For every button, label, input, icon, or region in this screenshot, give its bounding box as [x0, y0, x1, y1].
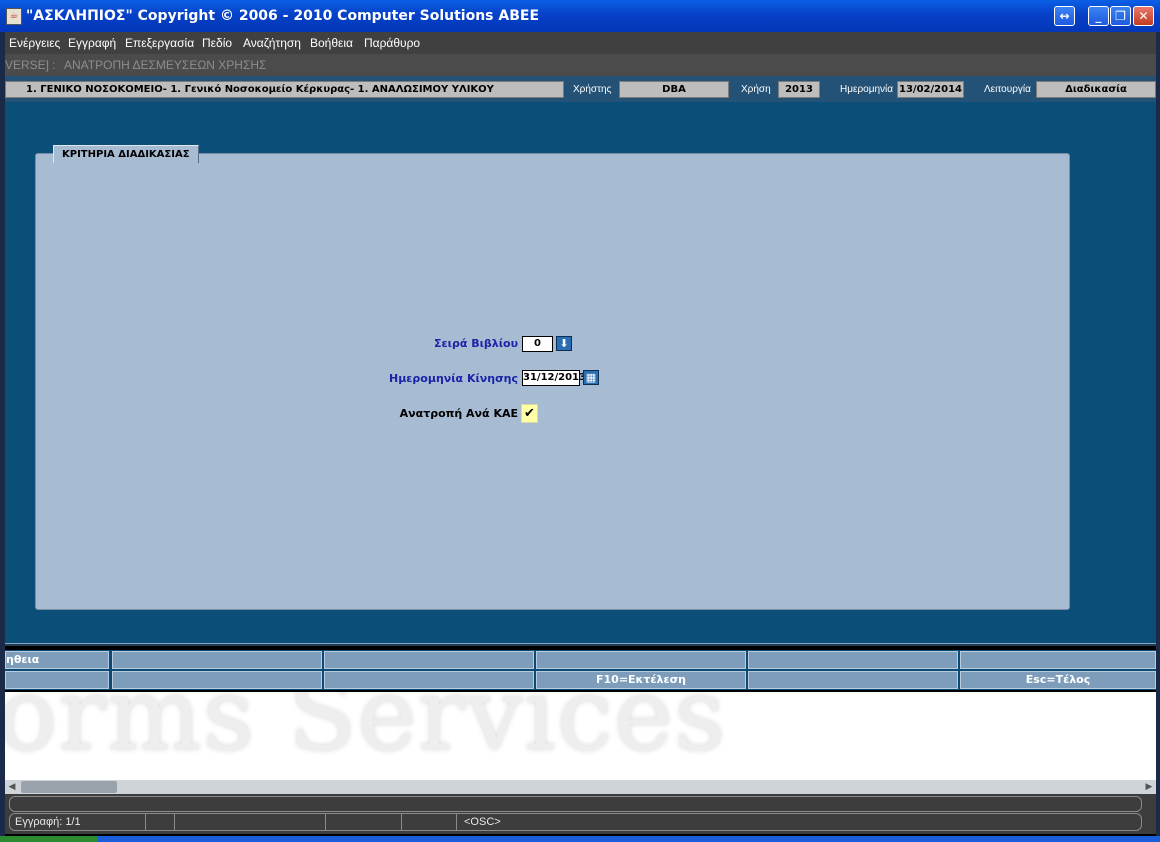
criteria-panel-title: ΚΡΙΤΗΡΙΑ ΔΙΑΔΙΚΑΣΙΑΣ [53, 145, 199, 163]
status-segment [146, 814, 175, 830]
calendar-icon: ▦ [585, 371, 597, 384]
status-segment [401, 814, 457, 830]
menu-search[interactable]: Αναζήτηση [243, 36, 301, 50]
download-arrow-icon: ⬇ [559, 337, 569, 350]
menu-edit[interactable]: Επεξεργασία [125, 36, 194, 50]
exit-button[interactable]: Esc=Τέλος [960, 671, 1156, 689]
message-line [9, 796, 1142, 812]
reverse-by-kae-checkbox[interactable]: ✔ [521, 404, 538, 423]
date-field: 13/02/2014 [897, 81, 964, 98]
date-label: Ημερομηνία [840, 84, 894, 95]
form-title-separator: : [52, 58, 56, 72]
fkey-slot[interactable] [324, 671, 534, 689]
form-canvas: ΚΡΙΤΗΡΙΑ ΔΙΑΔΙΚΑΣΙΑΣ Σειρά Βιβλίου 0 ⬇ Η… [5, 102, 1156, 643]
background-watermark: orms Services [5, 692, 727, 773]
menu-help[interactable]: Βοήθεια [310, 36, 353, 50]
menu-field[interactable]: Πεδίο [202, 36, 232, 50]
user-label: Χρήστης [573, 84, 612, 95]
fkey-slot[interactable] [324, 651, 534, 669]
status-segment [325, 814, 402, 830]
window-title: "ΑΣΚΛΗΠΙΟΣ" Copyright © 2006 - 2010 Comp… [26, 8, 540, 24]
fkey-help[interactable]: ηθεια [5, 651, 109, 669]
window-title-bar[interactable]: ☕ "ΑΣΚΛΗΠΙΟΣ" Copyright © 2006 - 2010 Co… [0, 0, 1160, 32]
menu-bar: Ενέργειες Εγγραφή Επεξεργασία Πεδίο Αναζ… [5, 32, 1156, 54]
fiscal-year-field: 2013 [778, 81, 820, 98]
movement-date-label: Ημερομηνία Κίνησης [389, 372, 518, 385]
user-field: DBA [619, 81, 729, 98]
restore-button[interactable]: ❐ [1110, 6, 1131, 26]
context-info-bar: 1. ΓΕΝΙΚΟ ΝΟΣΟΚΟΜΕΙΟ- 1. Γενικό Νοσοκομε… [5, 76, 1156, 102]
menu-record[interactable]: Εγγραφή [68, 36, 116, 50]
minimize-button[interactable]: _ [1088, 6, 1109, 26]
status-area: Εγγραφή: 1/1 <OSC> [5, 794, 1156, 834]
background-area: orms Services [5, 692, 1156, 780]
function-key-row-1: ηθεια [5, 650, 1156, 670]
execute-button[interactable]: F10=Εκτέλεση [536, 671, 746, 689]
start-button[interactable] [0, 836, 98, 842]
book-series-list-button[interactable]: ⬇ [556, 336, 572, 351]
calendar-button[interactable]: ▦ [583, 370, 599, 385]
fiscal-year-label: Χρήση [741, 84, 771, 95]
fkey-slot[interactable] [748, 651, 958, 669]
function-field: Διαδικασία [1036, 81, 1156, 98]
checkmark-icon: ✔ [524, 406, 535, 421]
form-code: VERSE] [5, 58, 50, 72]
fkey-slot[interactable] [112, 651, 322, 669]
extra-window-button[interactable]: ↔ [1054, 6, 1075, 26]
form-name: ΑΝΑΤΡΟΠΗ ΔΕΣΜΕΥΣΕΩΝ ΧΡΗΣΗΣ [64, 58, 267, 72]
function-key-row-2: F10=Εκτέλεση Esc=Τέλος [5, 670, 1156, 690]
scroll-left-arrow-icon[interactable]: ◀ [5, 780, 19, 794]
scroll-right-arrow-icon[interactable]: ▶ [1142, 780, 1156, 794]
mode-indicator: <OSC> [464, 816, 501, 828]
fkey-slot[interactable] [112, 671, 322, 689]
window-frame-right [1156, 32, 1160, 842]
horizontal-scrollbar[interactable]: ◀ ▶ [5, 780, 1156, 794]
book-series-label: Σειρά Βιβλίου [434, 337, 518, 350]
fkey-slot[interactable] [960, 651, 1156, 669]
status-line: Εγγραφή: 1/1 <OSC> [9, 813, 1142, 831]
fkey-slot[interactable] [748, 671, 958, 689]
menu-actions[interactable]: Ενέργειες [9, 36, 60, 50]
function-label: Λειτουργία [984, 84, 1031, 95]
java-cup-icon[interactable]: ☕ [6, 8, 22, 25]
canvas-separator [5, 643, 1156, 646]
fkey-slot[interactable] [5, 671, 109, 689]
record-counter: Εγγραφή: 1/1 [10, 814, 146, 830]
book-series-input[interactable]: 0 [522, 336, 553, 352]
taskbar [0, 836, 1160, 842]
organization-field: 1. ΓΕΝΙΚΟ ΝΟΣΟΚΟΜΕΙΟ- 1. Γενικό Νοσοκομε… [5, 81, 564, 98]
scrollbar-thumb[interactable] [21, 781, 117, 793]
status-segment [174, 814, 326, 830]
menu-window[interactable]: Παράθυρο [364, 36, 420, 50]
form-title-bar: VERSE] : ΑΝΑΤΡΟΠΗ ΔΕΣΜΕΥΣΕΩΝ ΧΡΗΣΗΣ [5, 54, 1156, 76]
reverse-by-kae-label: Ανατροπή Ανά ΚΑΕ [399, 407, 518, 420]
close-button[interactable]: ✕ [1133, 6, 1154, 26]
fkey-slot[interactable] [536, 651, 746, 669]
movement-date-input[interactable]: 31/12/2013 [522, 370, 586, 386]
